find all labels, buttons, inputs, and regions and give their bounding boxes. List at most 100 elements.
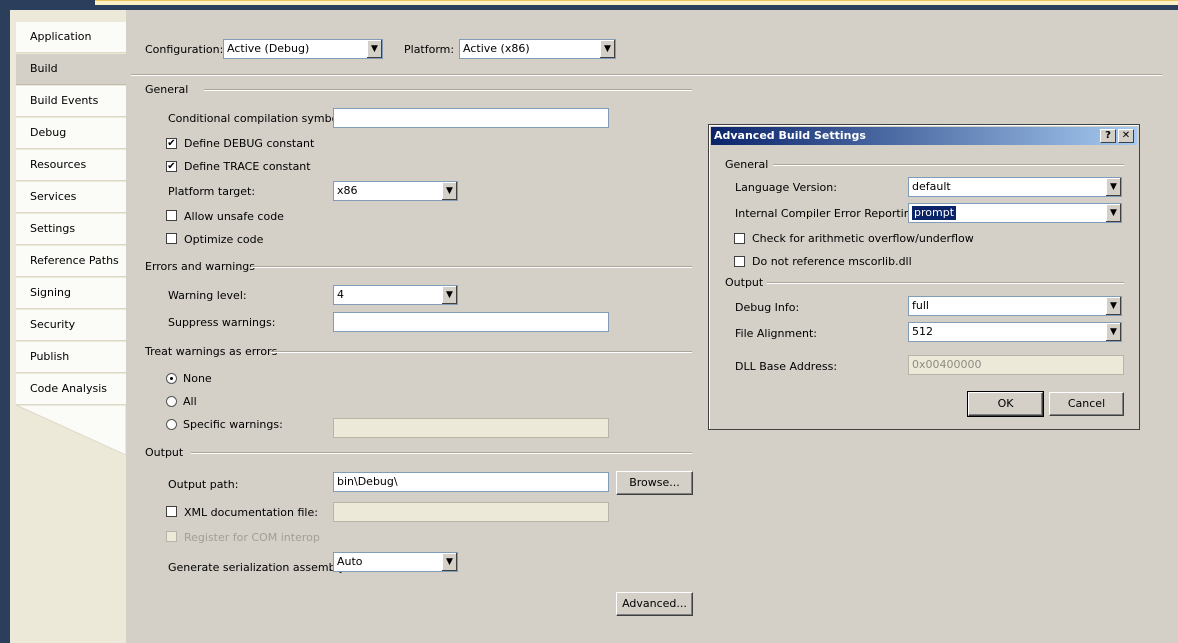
warning-level-dropdown[interactable]: 4 ▼ bbox=[333, 285, 458, 305]
allow-unsafe-label: Allow unsafe code bbox=[184, 210, 284, 223]
advanced-build-settings-dialog: Advanced Build Settings ? ✕ General Lang… bbox=[708, 124, 1140, 430]
sidebar-item-debug[interactable]: Debug bbox=[16, 118, 126, 149]
chevron-down-icon[interactable]: ▼ bbox=[441, 553, 457, 571]
language-version-label: Language Version: bbox=[735, 181, 837, 194]
advanced-button[interactable]: Advanced... bbox=[616, 592, 693, 616]
sidebar-item-resources[interactable]: Resources bbox=[16, 150, 126, 181]
sidebar-item-signing[interactable]: Signing bbox=[16, 278, 126, 309]
chevron-down-icon[interactable]: ▼ bbox=[441, 182, 457, 200]
sidebar-item-settings[interactable]: Settings bbox=[16, 214, 126, 245]
general-section-title: General bbox=[145, 83, 189, 96]
sidebar-item-reference-paths[interactable]: Reference Paths bbox=[16, 246, 126, 277]
serialization-assembly-dropdown[interactable]: Auto ▼ bbox=[333, 552, 458, 572]
treat-specific-radio[interactable] bbox=[166, 419, 177, 430]
file-alignment-value: 512 bbox=[912, 325, 933, 338]
optimize-code-checkbox[interactable] bbox=[166, 233, 177, 244]
chevron-down-icon[interactable]: ▼ bbox=[1105, 323, 1121, 341]
treat-none-label: None bbox=[183, 372, 212, 385]
sidebar-item-label: Services bbox=[30, 190, 77, 203]
cancel-button[interactable]: Cancel bbox=[1049, 392, 1124, 416]
sidebar-item-label: Signing bbox=[30, 286, 72, 299]
dialog-title: Advanced Build Settings bbox=[714, 129, 866, 142]
chevron-down-icon[interactable]: ▼ bbox=[1105, 178, 1121, 196]
dialog-general-title: General bbox=[725, 158, 769, 171]
conditional-symbols-label: Conditional compilation symbols: bbox=[168, 112, 351, 125]
sidebar-item-label: Build Events bbox=[30, 94, 99, 107]
dialog-titlebar[interactable]: Advanced Build Settings ? ✕ bbox=[711, 127, 1137, 145]
chevron-down-icon[interactable]: ▼ bbox=[599, 40, 615, 58]
optimize-code-label: Optimize code bbox=[184, 233, 264, 246]
sidebar-item-security[interactable]: Security bbox=[16, 310, 126, 341]
sidebar-item-label: Resources bbox=[30, 158, 87, 171]
define-debug-label: Define DEBUG constant bbox=[184, 137, 315, 150]
language-version-dropdown[interactable]: default ▼ bbox=[908, 177, 1122, 197]
treat-specific-label: Specific warnings: bbox=[183, 418, 283, 431]
platform-value: Active (x86) bbox=[463, 42, 530, 55]
dialog-output-group-line bbox=[767, 282, 1124, 284]
chevron-down-icon[interactable]: ▼ bbox=[366, 40, 382, 58]
debug-info-dropdown[interactable]: full ▼ bbox=[908, 296, 1122, 316]
treat-warnings-group-line bbox=[271, 351, 692, 353]
conditional-symbols-input[interactable] bbox=[333, 108, 609, 128]
output-path-input[interactable]: bin\Debug\ bbox=[333, 472, 609, 492]
configuration-dropdown[interactable]: Active (Debug) ▼ bbox=[223, 39, 383, 59]
sidebar-item-publish[interactable]: Publish bbox=[16, 342, 126, 373]
sidebar-item-label: Debug bbox=[30, 126, 67, 139]
sidebar-item-application[interactable]: Application bbox=[16, 22, 126, 53]
serialization-assembly-label: Generate serialization assembly: bbox=[168, 561, 349, 574]
output-path-label: Output path: bbox=[168, 478, 239, 491]
chevron-down-icon[interactable]: ▼ bbox=[1105, 204, 1121, 222]
sidebar-item-code-analysis[interactable]: Code Analysis bbox=[16, 374, 126, 405]
output-group-line bbox=[191, 452, 692, 454]
arithmetic-overflow-checkbox[interactable] bbox=[734, 233, 745, 244]
sidebar-item-services[interactable]: Services bbox=[16, 182, 126, 213]
define-trace-label: Define TRACE constant bbox=[184, 160, 311, 173]
dll-base-address-input[interactable]: 0x00400000 bbox=[908, 355, 1124, 375]
platform-label: Platform: bbox=[404, 43, 455, 56]
arithmetic-overflow-label: Check for arithmetic overflow/underflow bbox=[752, 232, 974, 245]
suppress-warnings-label: Suppress warnings: bbox=[168, 316, 276, 329]
ice-reporting-value: prompt bbox=[912, 206, 957, 220]
treat-all-radio[interactable] bbox=[166, 396, 177, 407]
xml-documentation-input[interactable] bbox=[333, 502, 609, 522]
file-alignment-dropdown[interactable]: 512 ▼ bbox=[908, 322, 1122, 342]
language-version-value: default bbox=[912, 180, 951, 193]
allow-unsafe-checkbox[interactable] bbox=[166, 210, 177, 221]
errors-group-line bbox=[251, 266, 692, 268]
platform-target-dropdown[interactable]: x86 ▼ bbox=[333, 181, 458, 201]
errors-section-title: Errors and warnings bbox=[145, 260, 256, 273]
warning-level-value: 4 bbox=[337, 288, 344, 301]
mscorlib-checkbox[interactable] bbox=[734, 256, 745, 267]
xml-documentation-checkbox[interactable] bbox=[166, 506, 177, 517]
sidebar-item-label: Application bbox=[30, 30, 92, 43]
debug-info-label: Debug Info: bbox=[735, 301, 800, 314]
sidebar-item-build[interactable]: Build bbox=[16, 54, 130, 85]
sidebar-item-label: Reference Paths bbox=[30, 254, 119, 267]
suppress-warnings-input[interactable] bbox=[333, 312, 609, 332]
chevron-down-icon[interactable]: ▼ bbox=[441, 286, 457, 304]
ice-reporting-dropdown[interactable]: prompt ▼ bbox=[908, 203, 1122, 223]
help-icon[interactable]: ? bbox=[1100, 129, 1116, 143]
browse-button[interactable]: Browse... bbox=[616, 471, 693, 495]
close-icon[interactable]: ✕ bbox=[1118, 129, 1134, 143]
sidebar-item-build-events[interactable]: Build Events bbox=[16, 86, 126, 117]
sidebar-item-label: Publish bbox=[30, 350, 70, 363]
define-trace-checkbox[interactable]: ✔ bbox=[166, 161, 177, 172]
chevron-down-icon[interactable]: ▼ bbox=[1105, 297, 1121, 315]
ok-button[interactable]: OK bbox=[967, 391, 1044, 417]
treat-none-radio[interactable] bbox=[166, 373, 177, 384]
warning-level-label: Warning level: bbox=[168, 289, 247, 302]
platform-dropdown[interactable]: Active (x86) ▼ bbox=[459, 39, 616, 59]
platform-target-label: Platform target: bbox=[168, 185, 256, 198]
define-debug-checkbox[interactable]: ✔ bbox=[166, 138, 177, 149]
mscorlib-label: Do not reference mscorlib.dll bbox=[752, 255, 912, 268]
general-group-line bbox=[204, 89, 692, 91]
register-com-label: Register for COM interop bbox=[184, 531, 320, 544]
specific-warnings-input[interactable] bbox=[333, 418, 609, 438]
treat-warnings-section-title: Treat warnings as errors bbox=[145, 345, 278, 358]
dialog-output-title: Output bbox=[725, 276, 764, 289]
sidebar-tab-tail bbox=[15, 405, 126, 456]
sidebar-item-label: Code Analysis bbox=[30, 382, 107, 395]
debug-info-value: full bbox=[912, 299, 929, 312]
output-section-title: Output bbox=[145, 446, 184, 459]
